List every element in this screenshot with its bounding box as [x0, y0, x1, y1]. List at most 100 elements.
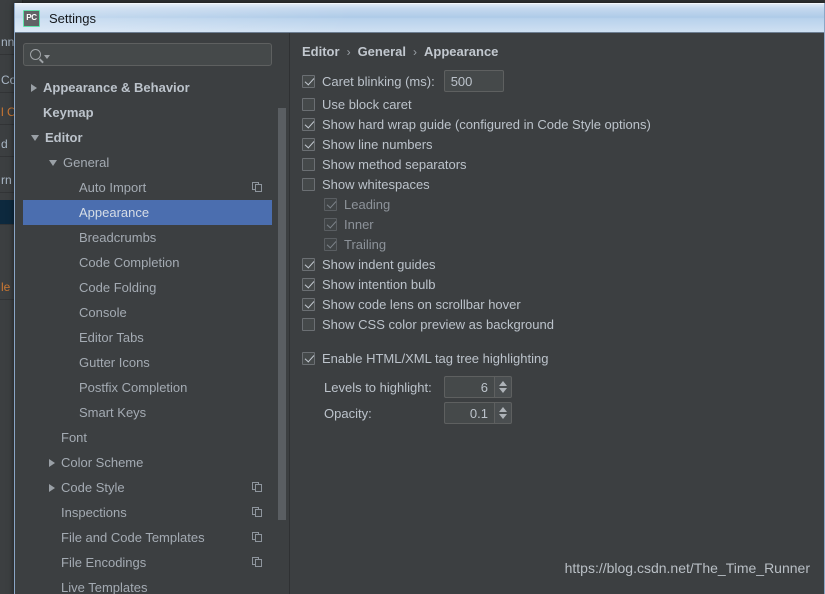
sidebar-item-general[interactable]: General	[23, 150, 272, 175]
option-show-intention-bulb[interactable]: Show intention bulb	[302, 274, 824, 294]
copy-settings-icon[interactable]	[252, 182, 263, 193]
sidebar-item-inspections[interactable]: Inspections	[23, 500, 272, 525]
sidebar-item-label: Font	[61, 430, 88, 445]
sidebar-item-label: General	[63, 155, 110, 170]
checkbox[interactable]	[302, 351, 315, 365]
sidebar-item-label: File Encodings	[61, 555, 147, 570]
chevron-right-icon[interactable]	[31, 83, 37, 92]
option-enable-html-xml-tag-tree-highlighting[interactable]: Enable HTML/XML tag tree highlighting	[302, 348, 824, 368]
sidebar-item-color-scheme[interactable]: Color Scheme	[23, 450, 272, 475]
sidebar-item-label: Gutter Icons	[79, 355, 150, 370]
sidebar-item-smart-keys[interactable]: Smart Keys	[23, 400, 272, 425]
sidebar-item-code-completion[interactable]: Code Completion	[23, 250, 272, 275]
checkbox[interactable]	[302, 257, 315, 271]
option-label: Show CSS color preview as background	[322, 316, 554, 332]
option-label: Show whitespaces	[322, 176, 430, 192]
chevron-down-icon[interactable]	[49, 159, 57, 166]
sidebar-item-label: Live Templates	[61, 580, 148, 594]
spinner-up-icon[interactable]	[499, 381, 507, 386]
chevron-right-icon[interactable]	[49, 458, 55, 467]
spinner-value[interactable]: 6	[444, 376, 494, 398]
breadcrumb-part: General	[357, 44, 406, 59]
option-label: Use block caret	[322, 96, 412, 112]
spinner-down-icon[interactable]	[499, 414, 507, 419]
checkbox[interactable]	[302, 317, 315, 331]
checkbox[interactable]	[302, 157, 315, 171]
option-label: Show intention bulb	[322, 276, 436, 292]
sidebar-item-label: Code Completion	[79, 255, 180, 270]
checkbox[interactable]	[302, 117, 315, 131]
spinner-label: Opacity:	[324, 405, 372, 421]
checkbox-group: Use block caret Show hard wrap guide (con…	[302, 94, 824, 368]
checkbox[interactable]	[302, 137, 315, 151]
sidebar-item-postfix-completion[interactable]: Postfix Completion	[23, 375, 272, 400]
spinner-control[interactable]: 0.1	[444, 402, 512, 424]
spinner-up-icon[interactable]	[499, 407, 507, 412]
sidebar-item-appearance-behavior[interactable]: Appearance & Behavior	[23, 75, 272, 100]
option-caret-blinking[interactable]: Caret blinking (ms): 500	[302, 68, 824, 94]
sidebar-item-gutter-icons[interactable]: Gutter Icons	[23, 350, 272, 375]
spinner-value[interactable]: 0.1	[444, 402, 494, 424]
sidebar-item-keymap[interactable]: Keymap	[23, 100, 272, 125]
copy-settings-icon[interactable]	[252, 482, 263, 493]
chevron-right-icon[interactable]	[49, 483, 55, 492]
option-leading[interactable]: Leading	[302, 194, 824, 214]
option-label: Show code lens on scrollbar hover	[322, 296, 521, 312]
sidebar-item-code-folding[interactable]: Code Folding	[23, 275, 272, 300]
copy-settings-icon[interactable]	[252, 532, 263, 543]
tree-scrollbar-thumb[interactable]	[278, 108, 286, 520]
settings-tree[interactable]: Appearance & Behavior Keymap Editor General…	[23, 75, 272, 594]
sidebar-item-label: Code Folding	[79, 280, 157, 295]
option-use-block-caret[interactable]: Use block caret	[302, 94, 824, 114]
sidebar-item-auto-import[interactable]: Auto Import	[23, 175, 272, 200]
checkbox	[324, 237, 337, 251]
option-show-css-color-preview-as-background[interactable]: Show CSS color preview as background	[302, 314, 824, 334]
option-show-indent-guides[interactable]: Show indent guides	[302, 254, 824, 274]
sidebar-item-label: Breadcrumbs	[79, 230, 157, 245]
checkbox[interactable]	[302, 177, 315, 191]
sidebar-item-live-templates[interactable]: Live Templates	[23, 575, 272, 594]
pycharm-icon: PC	[23, 9, 40, 27]
caret-blinking-input[interactable]: 500	[443, 70, 504, 92]
sidebar-item-appearance[interactable]: Appearance	[23, 200, 272, 225]
breadcrumb-separator: ›	[412, 44, 417, 59]
sidebar-item-editor[interactable]: Editor	[23, 125, 272, 150]
checkbox[interactable]	[302, 277, 315, 291]
tree-scrollbar[interactable]	[277, 75, 287, 594]
sidebar-item-editor-tabs[interactable]: Editor Tabs	[23, 325, 272, 350]
spinner-down-icon[interactable]	[499, 388, 507, 393]
spinner-group: Levels to highlight: 6 Opacity: 0.1	[302, 374, 824, 426]
search-input[interactable]	[23, 43, 272, 66]
copy-settings-icon[interactable]	[252, 557, 263, 568]
option-show-whitespaces[interactable]: Show whitespaces	[302, 174, 824, 194]
breadcrumb-separator: ›	[346, 44, 351, 59]
sidebar-item-file-encodings[interactable]: File Encodings	[23, 550, 272, 575]
dialog-titlebar[interactable]: PC Settings	[15, 3, 824, 33]
caret-blinking-checkbox[interactable]	[302, 74, 315, 88]
option-trailing[interactable]: Trailing	[302, 234, 824, 254]
sidebar-item-file-and-code-templates[interactable]: File and Code Templates	[23, 525, 272, 550]
sidebar-item-label: Smart Keys	[79, 405, 147, 420]
sidebar-item-code-style[interactable]: Code Style	[23, 475, 272, 500]
sidebar-item-breadcrumbs[interactable]: Breadcrumbs	[23, 225, 272, 250]
sidebar-item-label: Appearance & Behavior	[43, 80, 190, 95]
chevron-down-icon[interactable]	[31, 134, 39, 141]
pycharm-icon-label: PC	[26, 13, 37, 22]
option-inner[interactable]: Inner	[302, 214, 824, 234]
option-show-hard-wrap-guide-configured-in-code-style-options[interactable]: Show hard wrap guide (configured in Code…	[302, 114, 824, 134]
spinner-control[interactable]: 6	[444, 376, 512, 398]
chevron-down-icon[interactable]	[44, 55, 50, 59]
dialog-title: Settings	[49, 10, 96, 26]
watermark: https://blog.csdn.net/The_Time_Runner	[564, 560, 810, 576]
checkbox[interactable]	[302, 97, 315, 111]
search-icon	[30, 49, 41, 60]
checkbox[interactable]	[302, 297, 315, 311]
caret-blinking-value: 500	[450, 73, 473, 89]
copy-settings-icon[interactable]	[252, 507, 263, 518]
sidebar-item-font[interactable]: Font	[23, 425, 272, 450]
option-show-code-lens-on-scrollbar-hover[interactable]: Show code lens on scrollbar hover	[302, 294, 824, 314]
sidebar-item-console[interactable]: Console	[23, 300, 272, 325]
option-show-method-separators[interactable]: Show method separators	[302, 154, 824, 174]
option-show-line-numbers[interactable]: Show line numbers	[302, 134, 824, 154]
breadcrumb-part: Appearance	[423, 44, 499, 59]
